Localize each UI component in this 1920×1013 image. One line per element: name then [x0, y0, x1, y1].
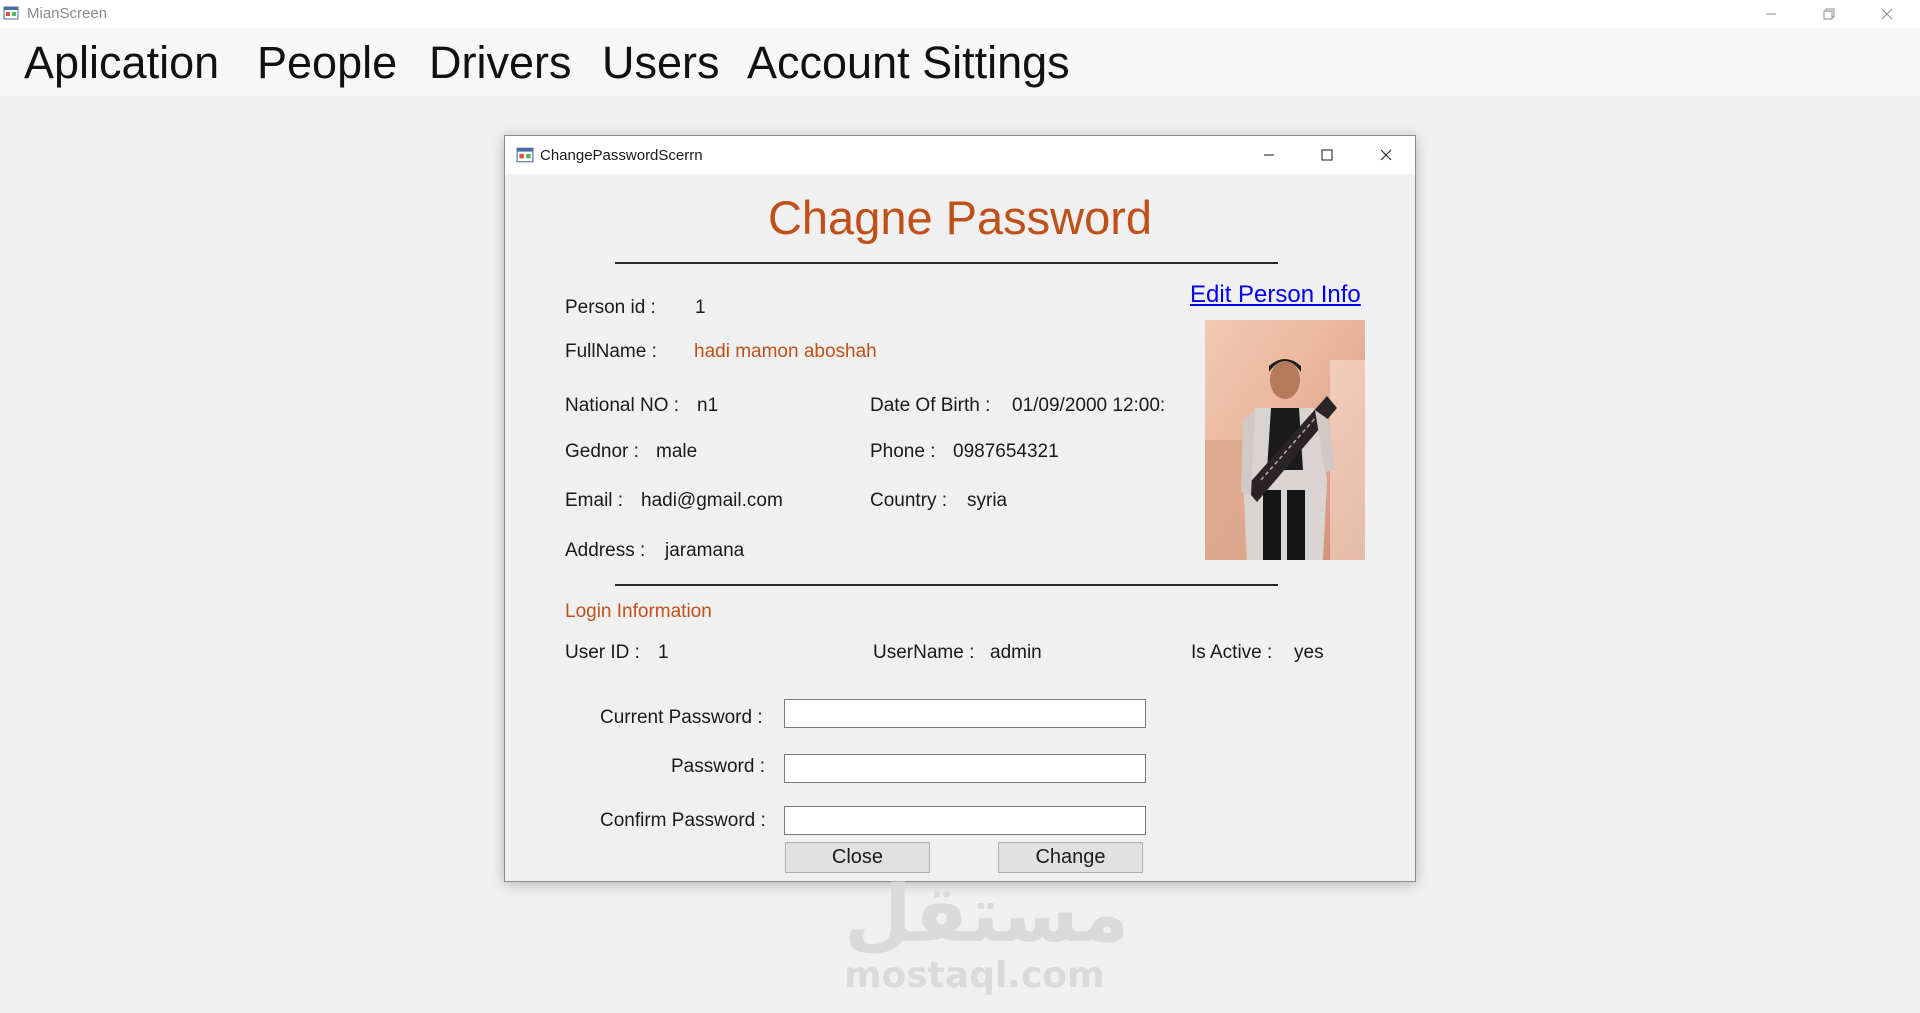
fullname-label: FullName :: [565, 341, 657, 362]
user-id-label: User ID :: [565, 642, 640, 663]
restore-icon: [1823, 8, 1835, 20]
address-value: jaramana: [665, 540, 745, 561]
confirm-password-input[interactable]: [784, 806, 1146, 835]
person-id-label: Person id :: [565, 297, 656, 318]
dialog-app-icon: [516, 146, 534, 164]
country-value: syria: [967, 490, 1008, 511]
divider-middle: [615, 584, 1278, 586]
watermark-logo: مستقل mostaql.com: [844, 870, 1130, 996]
dialog-close-button[interactable]: [1357, 136, 1415, 174]
phone-value: 0987654321: [953, 441, 1059, 462]
dialog-maximize-button[interactable]: [1298, 136, 1356, 174]
main-window-title: MianScreen: [27, 5, 108, 22]
gender-label: Gednor :: [565, 441, 639, 462]
current-password-label: Current Password :: [600, 707, 763, 728]
close-icon: [1380, 149, 1392, 161]
date-of-birth-value: 01/09/2000 12:00:: [1012, 395, 1166, 416]
national-no-value: n1: [697, 395, 719, 416]
close-button[interactable]: [1858, 0, 1916, 28]
username-value: admin: [990, 642, 1042, 663]
national-no-label: National NO :: [565, 395, 680, 416]
close-dialog-button[interactable]: Close: [785, 842, 930, 873]
user-id-value: 1: [658, 642, 669, 663]
divider-top: [615, 262, 1278, 264]
confirm-password-label: Confirm Password :: [600, 810, 766, 831]
password-label: Password :: [671, 756, 765, 777]
password-input[interactable]: [784, 754, 1146, 783]
main-window-titlebar: MianScreen: [0, 0, 1920, 28]
watermark-arabic-text: مستقل: [844, 870, 1130, 960]
minimize-icon: [1766, 13, 1776, 15]
dialog-minimize-button[interactable]: [1240, 136, 1298, 174]
minimize-button[interactable]: [1742, 0, 1800, 28]
edit-person-info-link[interactable]: Edit Person Info: [1190, 281, 1361, 309]
phone-label: Phone :: [870, 441, 936, 462]
fullname-value: hadi mamon aboshah: [694, 341, 877, 362]
person-photo: [1205, 320, 1365, 560]
change-password-button[interactable]: Change: [998, 842, 1143, 873]
restore-button[interactable]: [1800, 0, 1858, 28]
menu-item-drivers[interactable]: Drivers: [429, 38, 572, 88]
menu-item-aplication[interactable]: Aplication: [24, 38, 219, 88]
person-id-value: 1: [695, 297, 706, 318]
app-icon: [3, 5, 19, 21]
email-value: hadi@gmail.com: [641, 490, 783, 511]
username-label: UserName :: [873, 642, 975, 663]
current-password-input[interactable]: [784, 699, 1146, 728]
login-information-title: Login Information: [565, 601, 712, 622]
close-icon: [1881, 8, 1893, 20]
menu-item-people[interactable]: People: [257, 38, 397, 88]
menu-item-account-settings[interactable]: Account Sittings: [747, 38, 1070, 88]
address-label: Address :: [565, 540, 646, 561]
maximize-icon: [1321, 149, 1333, 161]
gender-value: male: [656, 441, 698, 462]
watermark-latin-text: mostaql.com: [844, 955, 1105, 996]
country-label: Country :: [870, 490, 948, 511]
is-active-label: Is Active :: [1191, 642, 1273, 663]
dialog-title: ChangePasswordScerrn: [540, 147, 703, 164]
minimize-icon: [1264, 154, 1274, 156]
is-active-value: yes: [1294, 642, 1324, 663]
menu-item-users[interactable]: Users: [602, 38, 720, 88]
change-password-dialog: ChangePasswordScerrn Chagne Password Per…: [504, 135, 1416, 882]
dialog-titlebar: ChangePasswordScerrn: [505, 136, 1415, 174]
date-of-birth-label: Date Of Birth :: [870, 395, 991, 416]
page-title: Chagne Password: [767, 191, 1153, 244]
menu-bar: Aplication People Drivers Users Account …: [0, 28, 1920, 96]
email-label: Email :: [565, 490, 624, 511]
